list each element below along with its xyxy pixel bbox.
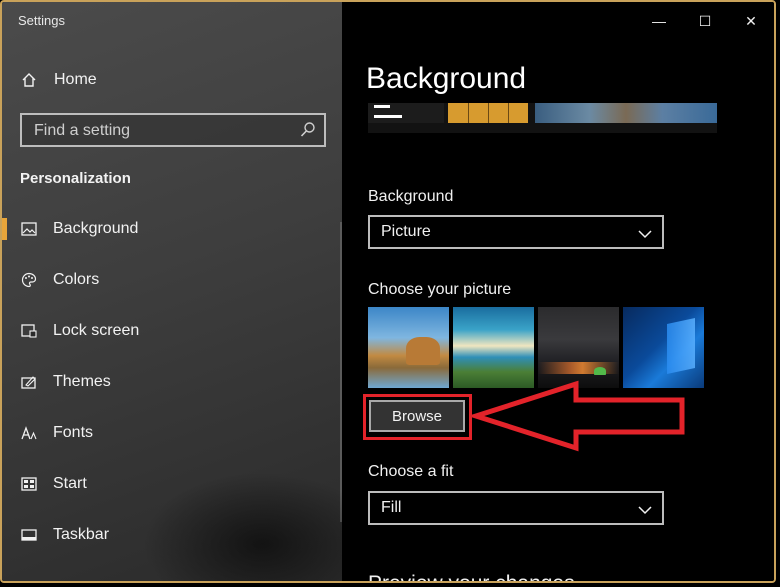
sidebar-item-label: Lock screen	[53, 322, 140, 339]
section-title: Personalization	[20, 170, 131, 187]
sidebar-item-colors[interactable]: Colors	[2, 260, 332, 300]
thumbnail-beach-rocks[interactable]	[368, 307, 449, 388]
background-dropdown[interactable]: Picture	[368, 215, 664, 249]
search-icon[interactable]	[300, 121, 316, 139]
sidebar-item-themes[interactable]: Themes	[2, 362, 332, 402]
sidebar-item-label: Taskbar	[53, 526, 110, 543]
sidebar-item-fonts[interactable]: Fonts	[2, 413, 332, 453]
background-label: Background	[368, 188, 454, 205]
preview-heading: Preview your changes	[368, 572, 575, 581]
maximize-button[interactable]: ☐	[682, 8, 728, 34]
fit-dropdown[interactable]: Fill	[368, 491, 664, 525]
themes-icon	[20, 373, 38, 391]
search-input[interactable]	[32, 119, 296, 143]
picture-icon	[20, 220, 38, 238]
nav-home-label: Home	[54, 71, 97, 88]
sidebar-item-label: Themes	[53, 373, 111, 390]
settings-window: Settings Home Personalization Background	[0, 0, 776, 583]
sidebar-item-taskbar[interactable]: Taskbar	[2, 515, 332, 555]
lock-screen-icon	[20, 322, 38, 340]
picture-thumbnails	[368, 307, 705, 389]
background-preview	[368, 103, 717, 133]
background-dropdown-value: Picture	[381, 223, 431, 240]
sidebar-item-start[interactable]: Start	[2, 464, 332, 504]
sidebar-scrollbar[interactable]	[340, 222, 342, 522]
sidebar-item-label: Background	[53, 220, 139, 237]
nav-home[interactable]: Home	[2, 60, 332, 100]
preview-tiles-mock	[448, 103, 528, 123]
sidebar-item-background[interactable]: Background	[2, 209, 332, 249]
start-icon	[20, 475, 38, 493]
app-title: Settings	[18, 13, 65, 28]
preview-wallpaper-strip	[535, 103, 717, 123]
main-content: — ☐ ✕ Background Background Picture Choo…	[344, 2, 774, 581]
sidebar: Settings Home Personalization Background	[2, 2, 342, 581]
sidebar-item-label: Start	[53, 475, 87, 492]
browse-button[interactable]: Browse	[369, 400, 465, 432]
thumbnail-windows-logo[interactable]	[623, 307, 704, 388]
sidebar-item-label: Colors	[53, 271, 100, 288]
chevron-down-icon	[638, 502, 652, 515]
thumbnail-coast[interactable]	[453, 307, 534, 388]
close-button[interactable]: ✕	[728, 8, 774, 34]
minimize-button[interactable]: —	[636, 8, 682, 34]
thumbnail-night-sky[interactable]	[538, 307, 619, 388]
annotation-arrow-icon	[472, 380, 685, 452]
choose-fit-label: Choose a fit	[368, 463, 454, 480]
sidebar-item-lock-screen[interactable]: Lock screen	[2, 311, 332, 351]
chevron-down-icon	[638, 226, 652, 239]
fonts-icon	[20, 424, 38, 442]
preview-window-mock	[368, 103, 444, 123]
choose-picture-label: Choose your picture	[368, 281, 512, 298]
search-box[interactable]	[20, 113, 326, 147]
taskbar-icon	[20, 526, 38, 544]
page-title: Background	[366, 62, 527, 95]
sidebar-item-label: Fonts	[53, 424, 94, 441]
home-icon	[20, 71, 38, 89]
palette-icon	[20, 271, 38, 289]
fit-dropdown-value: Fill	[381, 499, 402, 516]
